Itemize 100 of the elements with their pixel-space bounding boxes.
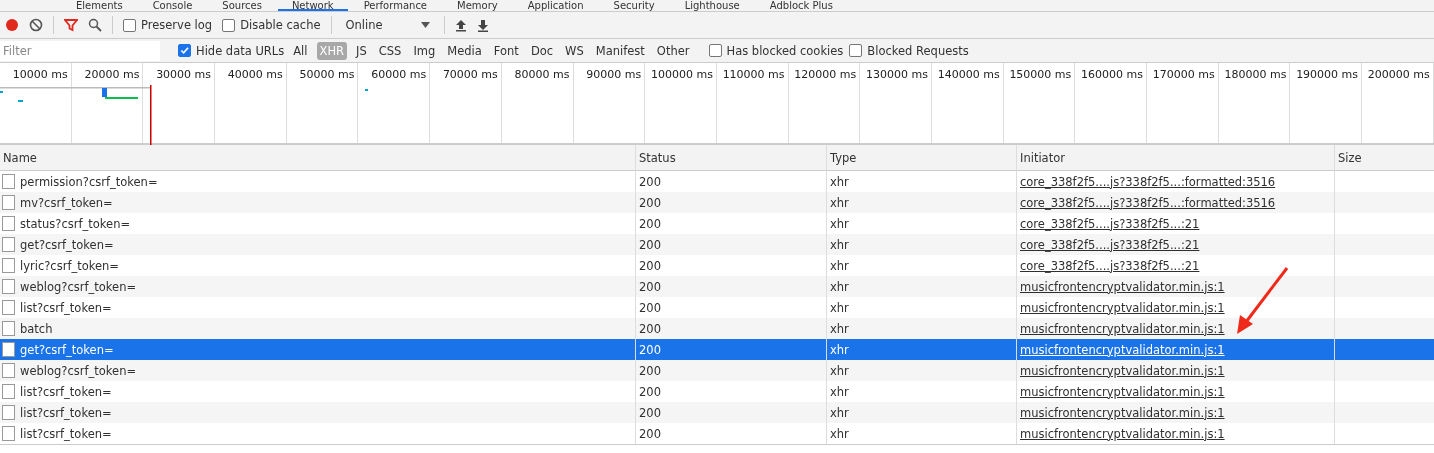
time-tick: 110000 ms <box>722 68 785 82</box>
document-icon <box>2 195 15 210</box>
document-icon <box>2 174 15 189</box>
column-header[interactable]: Name <box>0 145 635 171</box>
disable-cache-label: Disable cache <box>240 18 321 32</box>
time-tick: 180000 ms <box>1224 68 1287 82</box>
initiator-link[interactable]: musicfrontencryptvalidator.min.js:1 <box>1020 279 1225 294</box>
clear-icon[interactable] <box>29 18 43 32</box>
document-icon <box>2 342 15 357</box>
column-header[interactable]: Status <box>635 145 826 171</box>
time-tick: 10000 ms <box>12 68 68 82</box>
initiator-link[interactable]: musicfrontencryptvalidator.min.js:1 <box>1020 300 1225 315</box>
type-filter[interactable]: Doc <box>527 41 557 60</box>
panel-tab[interactable]: Security <box>599 0 669 11</box>
request-name: list?csrf_token= <box>20 384 112 399</box>
request-name: list?csrf_token= <box>20 405 112 420</box>
initiator-link[interactable]: core_338f2f5....js?338f2f5...:21 <box>1020 237 1200 252</box>
table-cell: 200 <box>635 276 826 297</box>
search-icon[interactable] <box>88 18 102 32</box>
document-icon <box>2 363 15 378</box>
time-tick: 30000 ms <box>156 68 212 82</box>
initiator-link[interactable]: musicfrontencryptvalidator.min.js:1 <box>1020 405 1225 420</box>
annotation-arrow-drawing <box>1234 266 1290 336</box>
type-filter[interactable]: Font <box>490 41 522 60</box>
document-icon <box>2 321 15 336</box>
panel-tab[interactable]: Elements <box>62 0 137 11</box>
filter-field[interactable]: Filter <box>0 40 160 61</box>
table-cell: xhr <box>826 276 1016 297</box>
type-filter[interactable]: JS <box>353 41 370 60</box>
initiator-link[interactable]: core_338f2f5....js?338f2f5...:formatted:3516 <box>1020 195 1276 210</box>
table-cell: 200 <box>635 192 826 213</box>
initiator-link[interactable]: core_338f2f5....js?338f2f5...:formatted:3516 <box>1020 174 1276 189</box>
table-cell: 200 <box>635 339 826 360</box>
table-cell[interactable]: get?csrf_token= <box>0 339 635 360</box>
table-cell[interactable]: list?csrf_token= <box>0 402 635 423</box>
initiator-link[interactable]: core_338f2f5....js?338f2f5...:21 <box>1020 258 1200 273</box>
table-cell[interactable]: mv?csrf_token= <box>0 192 635 213</box>
caret-icon <box>420 22 430 28</box>
initiator-link[interactable]: musicfrontencryptvalidator.min.js:1 <box>1020 363 1225 378</box>
download-icon[interactable] <box>476 18 489 32</box>
type-filter[interactable]: Media <box>444 41 485 60</box>
table-cell: xhr <box>826 339 1016 360</box>
hide-data-urls-label: Hide data URLs <box>196 43 285 58</box>
time-tick: 40000 ms <box>227 68 283 82</box>
initiator-link[interactable]: musicfrontencryptvalidator.min.js:1 <box>1020 342 1225 357</box>
table-cell[interactable]: batch <box>0 318 635 339</box>
panel-tab[interactable]: Sources <box>208 0 276 11</box>
panel-tab[interactable]: Application <box>513 0 598 11</box>
table-cell[interactable]: get?csrf_token= <box>0 234 635 255</box>
request-name: batch <box>20 321 53 336</box>
time-tick: 130000 ms <box>866 68 928 82</box>
type-filter[interactable]: CSS <box>375 41 405 60</box>
initiator-link[interactable]: musicfrontencryptvalidator.min.js:1 <box>1020 426 1225 441</box>
request-name: lyric?csrf_token= <box>20 258 119 273</box>
hide-data-urls-checkbox[interactable] <box>178 44 191 57</box>
request-name: list?csrf_token= <box>20 300 112 315</box>
panel-tab[interactable]: Lighthouse <box>670 0 754 11</box>
type-filter[interactable]: Img <box>410 41 439 60</box>
document-icon <box>2 279 15 294</box>
time-tick: 200000 ms <box>1367 68 1430 82</box>
time-tick: 70000 ms <box>442 68 498 82</box>
time-tick: 160000 ms <box>1081 68 1143 82</box>
blocked-requests-label: Blocked Requests <box>867 43 969 58</box>
type-filter[interactable]: Other <box>653 41 693 60</box>
blocked-cookies-checkbox[interactable] <box>708 44 722 57</box>
panel-tab[interactable]: Performance <box>349 0 442 11</box>
time-tick: 50000 ms <box>299 68 355 82</box>
table-cell: 200 <box>635 318 826 339</box>
record-icon[interactable] <box>5 18 19 32</box>
table-cell: xhr <box>826 360 1016 381</box>
type-filter[interactable]: All <box>290 41 311 60</box>
type-filter[interactable]: WS <box>562 41 587 60</box>
panel-tab[interactable]: Console <box>138 0 207 11</box>
request-name: mv?csrf_token= <box>20 195 113 210</box>
column-header[interactable]: Type <box>826 145 1016 171</box>
blocked-cookies-label: Has blocked cookies <box>726 43 844 58</box>
upload-icon[interactable] <box>454 18 467 32</box>
table-cell: xhr <box>826 318 1016 339</box>
table-cell: xhr <box>826 192 1016 213</box>
time-tick: 170000 ms <box>1152 68 1215 82</box>
blocked-requests-checkbox[interactable] <box>849 44 863 57</box>
filter-icon[interactable] <box>64 18 78 32</box>
column-header[interactable]: Size <box>1334 145 1434 171</box>
preserve-log-checkbox[interactable] <box>123 18 136 32</box>
table-cell: 200 <box>635 234 826 255</box>
initiator-link[interactable]: musicfrontencryptvalidator.min.js:1 <box>1020 321 1225 336</box>
initiator-link[interactable]: core_338f2f5....js?338f2f5...:21 <box>1020 216 1200 231</box>
panel-tab[interactable]: Adblock Plus <box>755 0 847 11</box>
time-tick: 100000 ms <box>650 68 713 82</box>
time-tick: 90000 ms <box>586 68 642 82</box>
disable-cache-checkbox[interactable] <box>222 18 236 32</box>
throttling-select[interactable]: Online <box>341 18 434 32</box>
initiator-link[interactable]: musicfrontencryptvalidator.min.js:1 <box>1020 384 1225 399</box>
table-cell: xhr <box>826 234 1016 255</box>
request-name: permission?csrf_token= <box>20 174 158 189</box>
type-filter[interactable]: Manifest <box>592 41 648 60</box>
table-cell[interactable]: weblog?csrf_token= <box>0 360 635 381</box>
panel-tab[interactable]: Memory <box>443 0 512 11</box>
table-cell[interactable]: weblog?csrf_token= <box>0 276 635 297</box>
column-header[interactable]: Initiator <box>1016 145 1334 171</box>
